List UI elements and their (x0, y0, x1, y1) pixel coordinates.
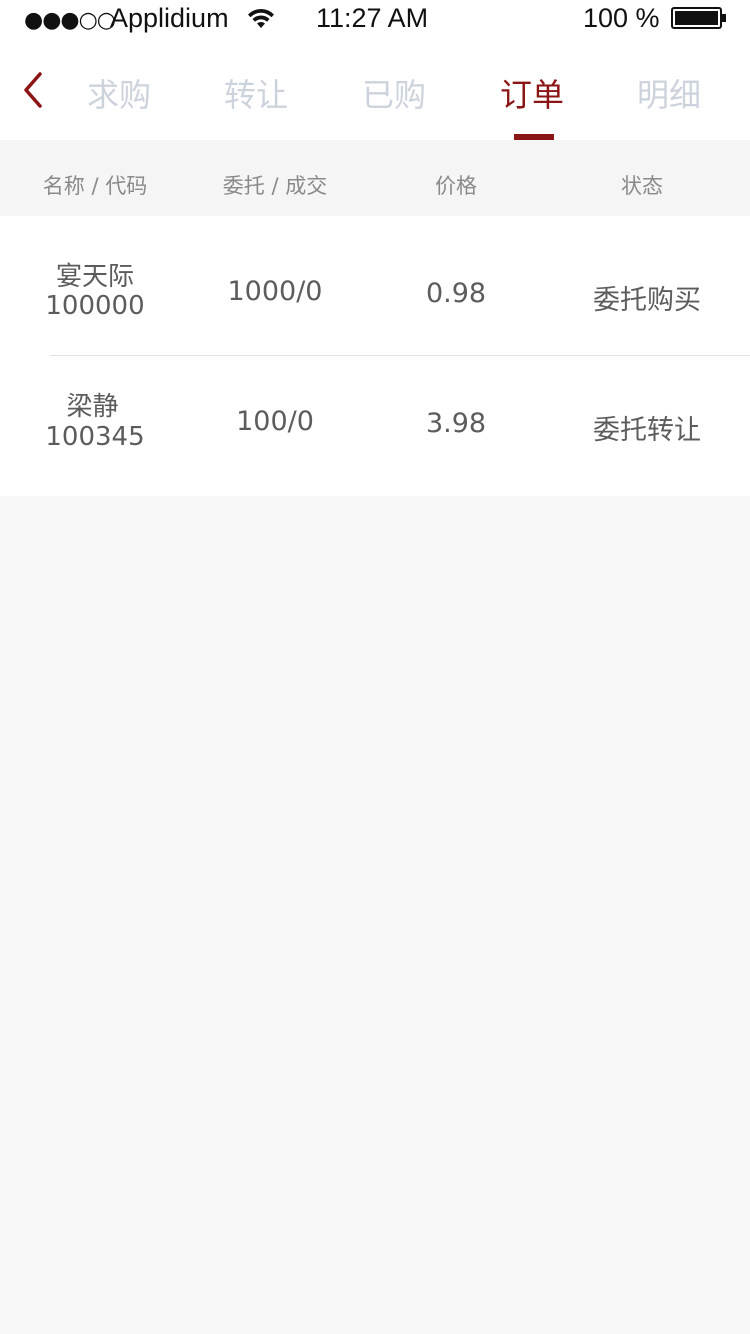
tab-qiugou[interactable]: 求购 (64, 70, 174, 116)
tab-zhuanrang[interactable]: 转让 (201, 70, 311, 116)
row-price: 3.98 (425, 408, 487, 439)
row-code: 100345 (45, 422, 145, 452)
tab-dingdan[interactable]: 订单 (477, 70, 587, 116)
row-name: 宴天际 (55, 262, 134, 292)
clock: 11:27 AM (316, 3, 429, 33)
order-list: 宴天际 100000 1000/0 0.98 委托购买 梁静 100345 10… (0, 216, 750, 496)
row-order-filled: 100/0 (236, 406, 314, 437)
nav-bar: 求购 转让 已购 订单 明细 (0, 40, 750, 140)
tab-yigou[interactable]: 已购 (339, 70, 449, 116)
status-bar: ●●●○○ Applidium 11:27 AM 100 % (0, 0, 750, 40)
carrier-name: Applidium (110, 3, 229, 33)
header-price: 价格 (435, 174, 477, 198)
header-name-code: 名称 / 代码 (42, 174, 148, 198)
tab-mingxi[interactable]: 明细 (614, 70, 724, 116)
table-row[interactable]: 宴天际 100000 1000/0 0.98 委托购买 (0, 216, 750, 356)
wifi-icon (248, 8, 274, 28)
header-order-filled: 委托 / 成交 (222, 174, 328, 198)
battery-icon (671, 7, 726, 29)
back-chevron-icon[interactable] (18, 70, 48, 110)
row-status: 委托转让 (593, 415, 701, 446)
battery-percent: 100 % (583, 3, 660, 33)
row-code: 100000 (45, 291, 145, 321)
row-status: 委托购买 (593, 285, 701, 316)
signal-strength-icon: ●●●○○ (24, 8, 116, 33)
row-name: 梁静 (66, 392, 119, 422)
table-header: 名称 / 代码 委托 / 成交 价格 状态 (0, 140, 750, 216)
header-status: 状态 (621, 174, 663, 198)
row-order-filled: 1000/0 (227, 276, 323, 307)
table-row[interactable]: 梁静 100345 100/0 3.98 委托转让 (0, 356, 750, 496)
row-price: 0.98 (425, 278, 487, 309)
